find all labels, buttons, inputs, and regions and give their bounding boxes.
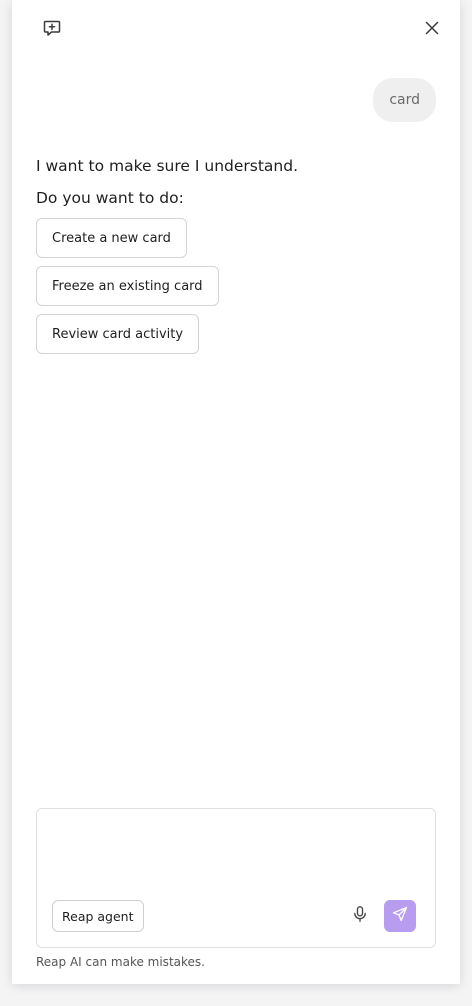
chat-panel: card I want to make sure I understand. D… — [12, 0, 460, 984]
send-button[interactable] — [384, 900, 416, 932]
assistant-text-line1: I want to make sure I understand. — [36, 157, 299, 175]
assistant-text-line2: Do you want to do: — [36, 189, 184, 207]
voice-input-button[interactable] — [347, 903, 373, 929]
message-composer: Reap agent — [36, 808, 436, 948]
assistant-message: I want to make sure I understand. Do you… — [36, 154, 436, 354]
chat-header — [12, 0, 460, 60]
microphone-icon — [351, 905, 369, 927]
agent-selector-button[interactable]: Reap agent — [52, 900, 144, 932]
message-input[interactable] — [49, 819, 427, 893]
user-message-bubble: card — [373, 78, 436, 122]
option-create-new-card[interactable]: Create a new card — [36, 218, 187, 258]
send-icon — [392, 906, 408, 926]
new-chat-button[interactable] — [38, 16, 66, 44]
close-icon — [424, 20, 440, 40]
ai-disclaimer: Reap AI can make mistakes. — [36, 955, 205, 969]
option-freeze-existing-card[interactable]: Freeze an existing card — [36, 266, 219, 306]
message-plus-icon — [42, 18, 62, 42]
suggested-options: Create a new card Freeze an existing car… — [36, 218, 436, 354]
user-message-text: card — [389, 92, 420, 108]
close-button[interactable] — [418, 16, 446, 44]
option-review-card-activity[interactable]: Review card activity — [36, 314, 200, 354]
